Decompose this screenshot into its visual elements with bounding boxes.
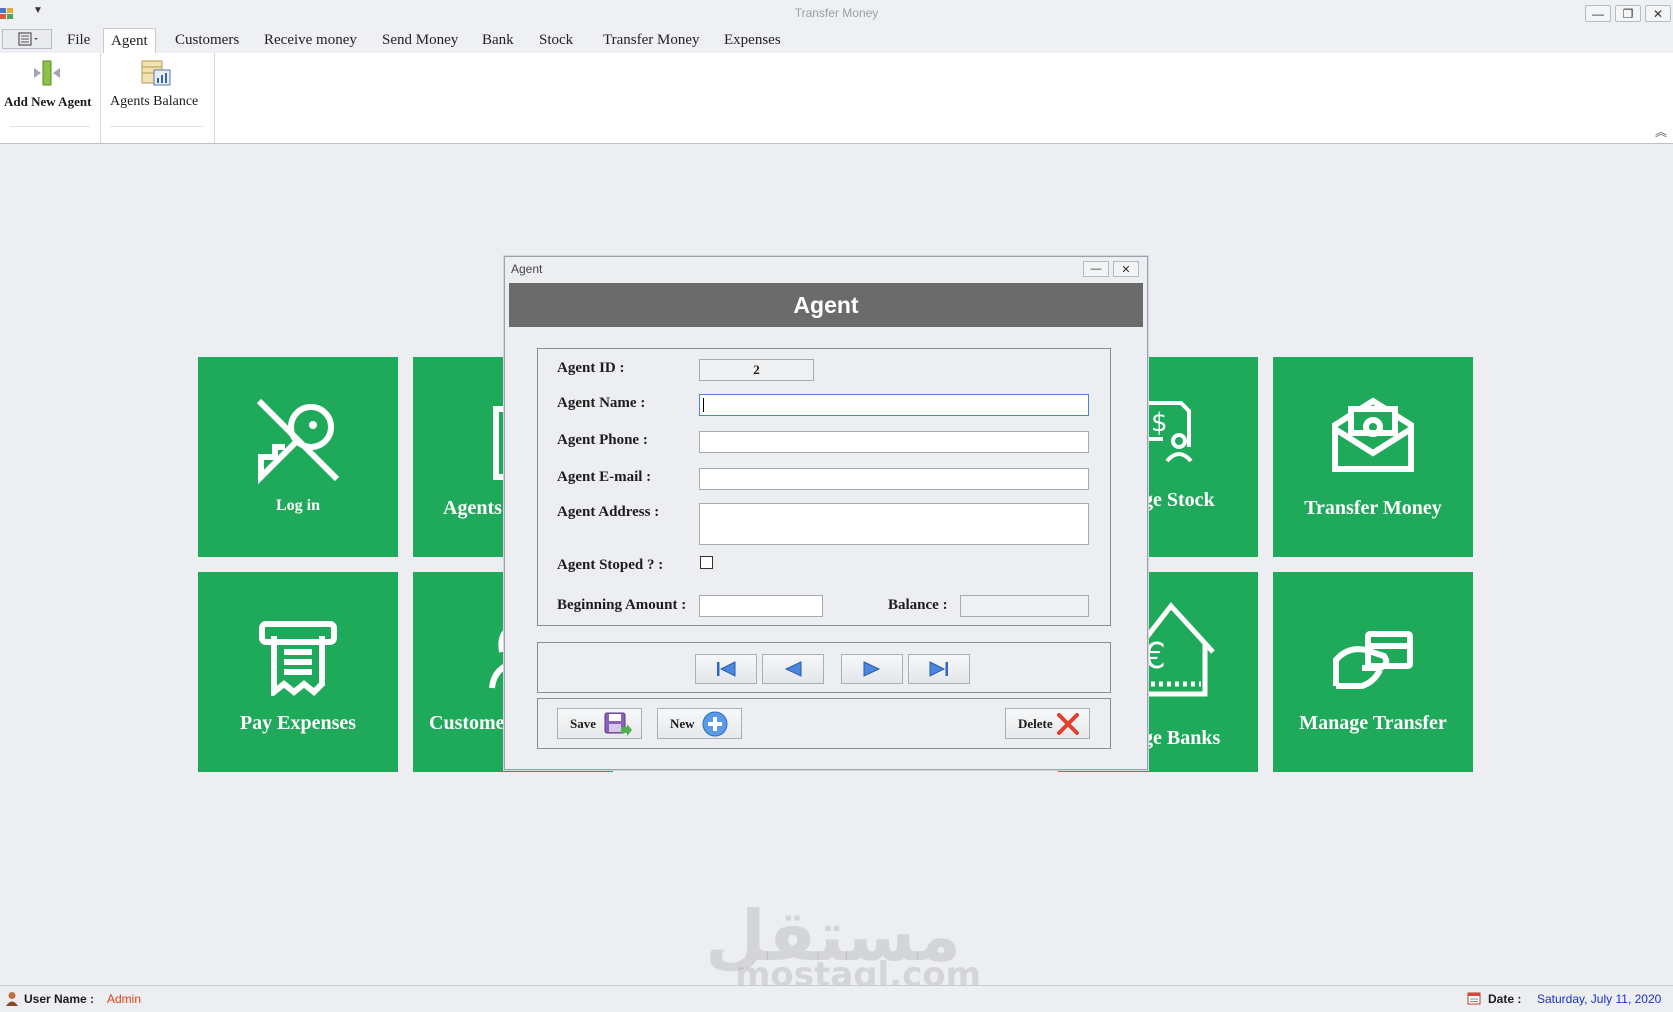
beginning-amount-label: Beginning Amount : (557, 597, 687, 613)
envelope-money-icon (1332, 397, 1414, 472)
first-record-icon (717, 661, 736, 677)
record-actions-group: Save New Delete (537, 698, 1111, 749)
tile-manage-transfer[interactable]: Manage Transfer (1273, 572, 1473, 772)
balance-field (960, 595, 1089, 617)
hand-card-icon (1333, 631, 1413, 689)
previous-record-button[interactable] (762, 654, 824, 684)
agent-address-label: Agent Address : (557, 504, 660, 520)
app-menu-button[interactable] (2, 29, 52, 49)
last-record-icon (929, 661, 948, 677)
ribbon-group-agents-balance: Agents Balance (100, 53, 215, 143)
add-circle-icon (702, 711, 728, 737)
tile-transfer-money[interactable]: Transfer Money (1273, 357, 1473, 557)
tile-login-label: Log in (275, 497, 320, 514)
save-icon (604, 712, 632, 736)
tab-bank[interactable]: Bank (475, 28, 521, 53)
dialog-window-title: Agent (511, 262, 543, 276)
new-button-label: New (670, 715, 695, 731)
minimize-button[interactable]: — (1585, 5, 1611, 22)
agent-address-input[interactable] (699, 503, 1089, 545)
delete-button[interactable]: Delete (1005, 708, 1090, 739)
dialog-titlebar: Agent — ✕ (505, 257, 1147, 281)
tile-pay-expenses-label: Pay Expenses (239, 712, 357, 734)
user-name-value: Admin (107, 992, 142, 1006)
restore-button[interactable]: ❐ (1615, 5, 1641, 22)
add-new-agent-button[interactable]: Add New Agent (2, 55, 96, 117)
agents-balance-label: Agents Balance (110, 94, 199, 109)
agent-stoped-checkbox[interactable] (700, 556, 713, 569)
tile-pay-expenses[interactable]: Pay Expenses (198, 572, 398, 772)
tab-send-money[interactable]: Send Money (375, 28, 465, 53)
agent-id-label: Agent ID : (557, 360, 625, 376)
bank-icon: € (1143, 602, 1215, 697)
window-titlebar: ▼ Transfer Money — ❐ ✕ (0, 0, 1673, 26)
agent-stoped-label: Agent Stoped ? : (557, 557, 664, 573)
tab-customers[interactable]: Customers (168, 28, 246, 53)
dialog-minimize-button[interactable]: — (1083, 261, 1109, 277)
receipt-icon (259, 621, 337, 696)
agent-name-input[interactable] (699, 394, 1089, 416)
tab-transfer-money[interactable]: Transfer Money (596, 28, 707, 53)
agent-name-label: Agent Name : (557, 395, 646, 411)
tab-receive-money[interactable]: Receive money (257, 28, 364, 53)
agent-email-input[interactable] (699, 468, 1089, 490)
status-bar: User Name : Admin Date : Saturday, July … (0, 985, 1673, 1012)
user-icon (6, 992, 18, 1006)
new-button[interactable]: New (657, 708, 742, 739)
ribbon-panel: Add New Agent Agents Balance ︽ (0, 53, 1673, 144)
app-menu-icon (18, 32, 38, 46)
record-navigation-group (537, 642, 1111, 693)
svg-text:$: $ (1151, 408, 1168, 438)
tab-stock[interactable]: Stock (532, 28, 580, 53)
add-agent-icon (34, 60, 60, 86)
last-record-button[interactable] (908, 654, 970, 684)
previous-record-icon (784, 661, 802, 677)
calendar-icon (1467, 992, 1481, 1005)
agent-phone-label: Agent Phone : (557, 432, 648, 448)
date-value: Saturday, July 11, 2020 (1537, 992, 1662, 1006)
ribbon-group-add-agent: Add New Agent (0, 53, 101, 143)
save-button-label: Save (570, 715, 596, 731)
close-button[interactable]: ✕ (1645, 5, 1671, 22)
agents-balance-button[interactable]: Agents Balance (106, 55, 208, 117)
save-button[interactable]: Save (557, 708, 642, 739)
beginning-amount-input[interactable] (699, 595, 823, 617)
next-record-button[interactable] (841, 654, 903, 684)
collapse-ribbon-icon[interactable]: ︽ (1655, 123, 1667, 140)
agent-fields-group: Agent ID : 2 Agent Name : Agent Phone : … (537, 348, 1111, 626)
agent-phone-input[interactable] (699, 431, 1089, 453)
text-cursor (703, 398, 704, 412)
tile-manage-transfer-label: Manage Transfer (1299, 712, 1447, 734)
agent-email-label: Agent E-mail : (557, 469, 652, 485)
delete-button-label: Delete (1018, 715, 1053, 731)
tab-file[interactable]: File (60, 28, 97, 53)
stock-money-icon: $ (1143, 401, 1193, 463)
add-new-agent-label: Add New Agent (4, 94, 92, 109)
window-title: Transfer Money (794, 6, 879, 20)
tile-login[interactable]: Log in (198, 357, 398, 557)
first-record-button[interactable] (695, 654, 757, 684)
key-icon (256, 398, 340, 485)
dialog-header: Agent (509, 283, 1143, 327)
tab-agent[interactable]: Agent (103, 28, 156, 54)
tab-expenses[interactable]: Expenses (717, 28, 788, 53)
date-label: Date : (1488, 992, 1522, 1006)
user-name-label: User Name : (24, 992, 95, 1006)
dialog-close-button[interactable]: ✕ (1113, 261, 1139, 277)
tile-transfer-money-label: Transfer Money (1304, 497, 1442, 519)
delete-x-icon (1057, 713, 1079, 735)
ribbon-tab-bar: File Agent Customers Receive money Send … (0, 26, 1673, 54)
agent-id-field: 2 (699, 359, 814, 381)
agent-dialog: Agent — ✕ Agent Agent ID : 2 Agent Name … (504, 256, 1148, 770)
balance-label: Balance : (888, 597, 948, 613)
next-record-icon (863, 661, 881, 677)
agents-balance-icon (141, 60, 171, 86)
